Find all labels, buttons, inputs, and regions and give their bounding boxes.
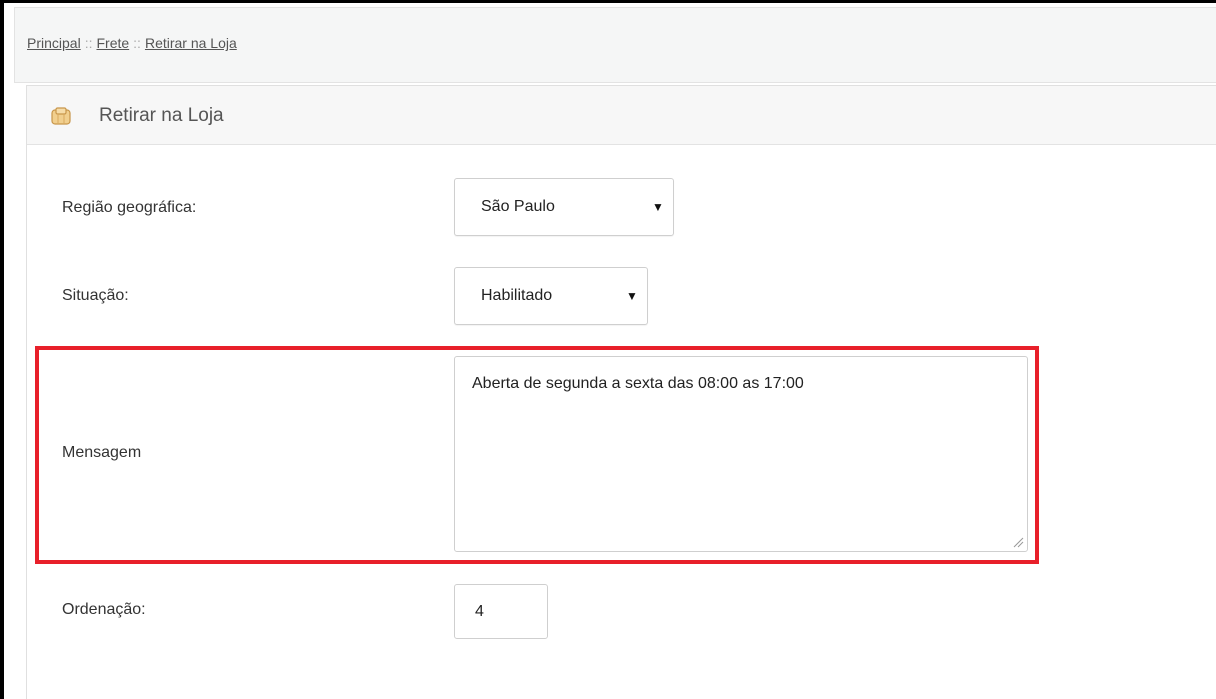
mensagem-textarea[interactable]: Aberta de segunda a sexta das 08:00 as 1… <box>454 356 1028 552</box>
breadcrumb-link-retirar-na-loja[interactable]: Retirar na Loja <box>145 35 237 51</box>
breadcrumb-link-principal[interactable]: Principal <box>27 35 81 51</box>
mensagem-label: Mensagem <box>62 444 142 461</box>
page-frame: Principal:: Frete:: Retirar na Loja Retira… <box>0 0 1216 699</box>
situacao-select[interactable]: Habilitado ▼ <box>454 267 648 325</box>
situacao-select-value: Habilitado <box>481 287 553 304</box>
ordenacao-input[interactable]: 4 <box>454 584 548 639</box>
chevron-down-icon: ▼ <box>626 289 638 303</box>
breadcrumb: Principal:: Frete:: Retirar na Loja <box>27 35 237 51</box>
breadcrumb-bar: Principal:: Frete:: Retirar na Loja <box>14 7 1216 83</box>
ordenacao-input-value: 4 <box>475 602 484 620</box>
situacao-label: Situação: <box>62 287 129 304</box>
breadcrumb-link-frete[interactable]: Frete <box>96 35 129 51</box>
panel-header: Retirar na Loja <box>27 86 1216 145</box>
breadcrumb-separator: :: <box>84 35 93 51</box>
panel-title: Retirar na Loja <box>99 105 224 126</box>
breadcrumb-separator: :: <box>133 35 141 51</box>
box-icon <box>51 107 71 125</box>
ordenacao-label: Ordenação: <box>62 601 146 618</box>
resize-grip-icon[interactable] <box>1011 535 1024 548</box>
regiao-select-value: São Paulo <box>481 198 555 215</box>
regiao-label: Região geográfica: <box>62 199 197 216</box>
chevron-down-icon: ▼ <box>652 200 664 214</box>
regiao-select[interactable]: São Paulo ▼ <box>454 178 674 236</box>
